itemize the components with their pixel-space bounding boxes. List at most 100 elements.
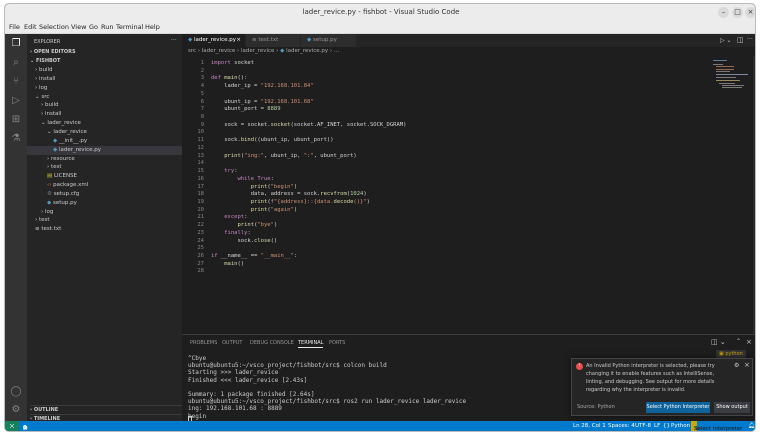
tree-folder[interactable]: › install — [27, 110, 182, 119]
select-python-interpreter-button[interactable]: Select Python Interpreter — [646, 402, 710, 413]
braces-icon[interactable]: {} — [663, 423, 670, 429]
panel-tab-terminal[interactable]: TERMINAL — [298, 340, 324, 348]
close-panel-icon[interactable]: × — [746, 338, 752, 346]
tree-file[interactable]: ⚙ setup.cfg — [27, 190, 182, 199]
show-output-button[interactable]: Show output — [714, 402, 750, 413]
notifications-bell-icon[interactable]: 🔔︎ — [748, 423, 755, 429]
menu-view[interactable]: View — [71, 23, 86, 31]
breadcrumb-src[interactable]: src — [188, 48, 196, 54]
extensions-icon[interactable]: ⊞ — [10, 114, 22, 126]
code-line: print("bye") — [237, 222, 278, 229]
editor-scrollbar[interactable] — [753, 56, 755, 334]
code-editor[interactable]: 1 import socket 2 3 def main(): 4 lader_ip = … — [182, 56, 755, 334]
tree-folder[interactable]: ⌄ lader_revice — [27, 119, 182, 128]
settings-gear-icon[interactable]: ⚙ — [10, 404, 22, 416]
menu-terminal[interactable]: Terminal — [116, 23, 143, 31]
tab-test-txt[interactable]: ≡ test.txt — [246, 34, 301, 47]
tab-lader-revice-py[interactable]: ◆ lader_revice.py × — [182, 34, 246, 47]
account-icon[interactable]: ◯ — [10, 386, 22, 398]
code-line: sock.bind((ubunt_ip, ubunt_port)) — [211, 137, 334, 144]
tree-item-label: install — [44, 111, 62, 118]
panel-tab-debug-console[interactable]: DEBUG CONSOLE — [250, 340, 294, 346]
more-actions-icon[interactable]: ··· — [171, 37, 177, 44]
menu-go[interactable]: Go — [89, 23, 98, 31]
search-icon[interactable]: ⌕ — [10, 57, 22, 69]
breadcrumb-file[interactable]: lader_revice.py — [286, 48, 328, 54]
terminal-line: ^Cbye — [188, 355, 207, 362]
vscode-window: lader_revice.py - fishbot - Visual Studi… — [4, 3, 756, 432]
tree-folder[interactable]: › resource — [27, 155, 182, 164]
terminal-instance-python[interactable]: ▣ python — [716, 350, 746, 358]
tree-folder[interactable]: › test — [27, 163, 182, 172]
notification-close-icon[interactable]: × — [744, 361, 750, 369]
indentation[interactable]: Spaces: 4 — [608, 423, 635, 429]
maximize-icon[interactable]: □ — [732, 7, 743, 18]
tree-folder[interactable]: ⌄ src — [27, 93, 182, 102]
code-line: except: — [224, 214, 248, 221]
select-interpreter-label: Select Interpreter — [694, 426, 743, 432]
tree-file[interactable]: ‹› package.xml — [27, 181, 182, 190]
tab-setup-py[interactable]: ◆ setup.py — [301, 34, 357, 47]
line-number: 13 — [197, 152, 204, 159]
language-mode[interactable]: Python — [671, 423, 690, 429]
tree-folder[interactable]: › log — [27, 208, 182, 217]
breadcrumb-more[interactable]: ... — [334, 48, 339, 54]
split-editor-icon[interactable]: ◫ — [737, 36, 744, 44]
menu-help[interactable]: Help — [145, 23, 160, 31]
tree-item-label: __init__.py — [58, 137, 88, 144]
panel-tab-problems[interactable]: PROBLEMS — [190, 340, 217, 346]
tree-folder[interactable]: › build — [27, 101, 182, 110]
panel-tab-ports[interactable]: PORTS — [329, 340, 345, 346]
menu-selection[interactable]: Selection — [39, 23, 69, 31]
explorer-sidebar: EXPLORER ··· › OPEN EDITORS ⌄ FISHBOT › … — [27, 34, 185, 422]
maximize-panel-icon[interactable]: ⌃ — [736, 338, 741, 345]
notification-settings-icon[interactable]: ⚙ — [734, 362, 739, 369]
tree-folder[interactable]: › test — [27, 216, 182, 225]
more-actions-icon[interactable]: ··· — [747, 36, 753, 43]
explorer-icon[interactable]: ❐ — [10, 38, 22, 50]
line-number: 7 — [200, 106, 204, 113]
open-editors-label: OPEN EDITORS — [33, 49, 76, 55]
breadcrumb-package[interactable]: lader_revice — [202, 48, 236, 54]
tree-file[interactable]: ▤ LICENSE — [27, 172, 182, 181]
tree-file[interactable]: ◆ lader_revice.py — [27, 145, 182, 155]
code-line: print("ing:", ubunt_ip, ":", ubunt_port) — [224, 152, 357, 159]
breadcrumb-module[interactable]: lader_revice — [241, 48, 275, 54]
minimap[interactable] — [713, 60, 753, 90]
tree-folder[interactable]: › log — [27, 84, 182, 93]
testing-icon[interactable]: ⚗ — [10, 133, 22, 145]
source-control-icon[interactable]: ⑂ — [10, 76, 22, 88]
tree-folder[interactable]: › install — [27, 75, 182, 84]
line-number: 19 — [197, 198, 204, 205]
line-number: 28 — [197, 268, 204, 275]
minimize-icon[interactable]: – — [718, 7, 729, 18]
menu-edit[interactable]: Edit — [24, 23, 37, 31]
select-interpreter[interactable]: ⚠ Select Interpreter — [691, 421, 742, 431]
panel-tab-output[interactable]: OUTPUT — [222, 340, 242, 346]
outline-section[interactable]: › OUTLINE — [30, 405, 185, 414]
remote-indicator[interactable]: ⨉ — [5, 421, 19, 431]
open-editors-section[interactable]: › OPEN EDITORS — [30, 48, 185, 57]
terminal-line: Summary: 1 package finished [2.64s] — [188, 391, 315, 398]
line-number: 15 — [197, 168, 204, 175]
fishbot-root-label: FISHBOT — [35, 58, 61, 64]
encoding[interactable]: UTF-8 — [635, 423, 651, 429]
menu-run[interactable]: Run — [101, 23, 113, 31]
run-python-icon[interactable]: ▷ ⌄ — [720, 37, 732, 44]
tree-file[interactable]: ◆ setup.py — [27, 199, 182, 208]
close-icon[interactable]: × — [745, 7, 755, 18]
close-tab-icon[interactable]: × — [236, 34, 241, 47]
terminal-line: ubuntu@ubuntu5:~/vsco_project/fishbot/sr… — [188, 398, 467, 406]
tree-folder[interactable]: ⌄ lader_revice — [27, 128, 182, 137]
tree-file[interactable]: ≡ test.txt — [27, 225, 182, 234]
menu-file[interactable]: File — [9, 23, 20, 31]
tree-file[interactable]: ◆ __init__.py — [27, 137, 182, 146]
tree-folder[interactable]: › build — [27, 66, 182, 75]
fishbot-root-section[interactable]: ⌄ FISHBOT — [30, 57, 185, 66]
tree-item-label: test.txt — [41, 226, 62, 233]
line-number: 20 — [197, 206, 204, 213]
terminal-layout-icon[interactable]: ◫ ⌄ — [711, 338, 726, 346]
cursor-position[interactable]: Ln 28, Col 1 — [573, 423, 606, 429]
line-ending[interactable]: LF — [654, 423, 660, 429]
run-debug-icon[interactable]: ▷ — [10, 95, 22, 107]
